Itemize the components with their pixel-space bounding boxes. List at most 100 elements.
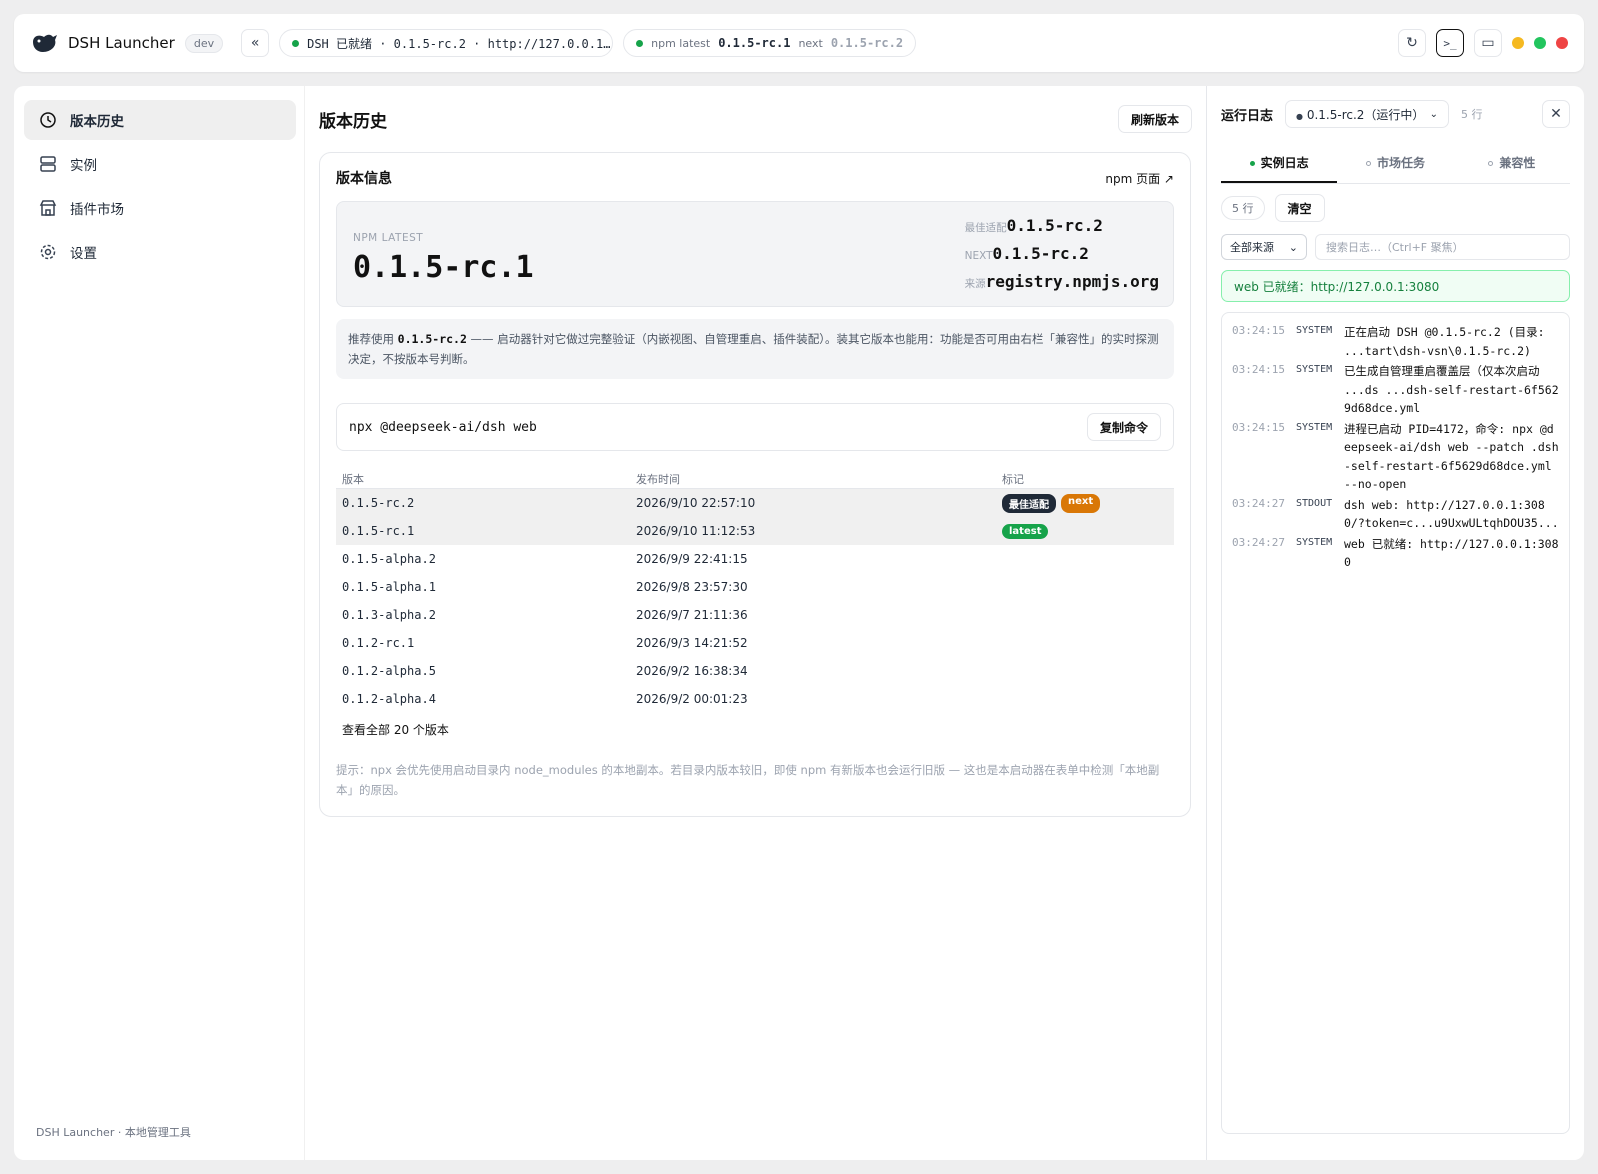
sidebar-item-label: 插件市场 [70,202,124,218]
page-title: 版本历史 [319,111,387,132]
sidebar-item-label: 实例 [70,158,97,174]
table-row[interactable]: 0.1.3-alpha.2 2026/9/7 21:11:36 [336,601,1174,629]
version-tag-badge: 最佳适配 [1002,493,1056,513]
refresh-versions-button[interactable]: 刷新版本 [1117,105,1192,133]
tab-market-tasks[interactable]: 市场任务 [1337,154,1453,183]
terminal-icon: >_ [1443,36,1457,50]
log-line-count: 5 行 [1461,108,1483,121]
row-time: 2026/9/7 21:11:36 [636,608,748,622]
version-tag-badge: latest [1002,523,1049,539]
best-fit-version: 0.1.5-rc.2 [1006,216,1103,235]
tab-compatibility[interactable]: 兼容性 [1454,154,1570,183]
log-line: 03:24:15 SYSTEM 已生成自管理重启覆盖层（仅本次启动 ...ds ..… [1232,362,1559,418]
double-chevron-left-icon: « [250,35,260,51]
version-table: 版本 发布时间 标记 0.1.5-rc.2 2026/9/10 22:57:10 最… [336,469,1174,713]
registry-source: registry.npmjs.org [985,272,1159,291]
table-row[interactable]: 0.1.5-rc.2 2026/9/10 22:57:10 最佳适配 next [336,489,1174,517]
row-time: 2026/9/10 22:57:10 [636,496,756,510]
tab-label: 实例日志 [1260,156,1309,170]
status-dot-icon [292,39,300,47]
log-line: 03:24:15 SYSTEM 正在启动 DSH @0.1.5-rc.2 (目录: … [1232,323,1559,360]
npm-latest-label: npm latest [651,36,711,50]
latest-version-box: NPM LATEST 0.1.5-rc.1 最佳适配 0.1.5-rc.2 NEX… [336,201,1174,307]
tab-instance-logs[interactable]: 实例日志 [1221,154,1338,183]
meta-key: NEXT [964,250,993,262]
log-source: SYSTEM [1296,325,1333,336]
copy-command-button[interactable]: 复制命令 [1086,413,1161,441]
search-placeholder: 搜索日志…（Ctrl+F 聚焦） [1326,241,1464,254]
column-header-version: 版本 [342,472,364,486]
command-box: npx @deepseek-ai/dsh web 复制命令 [336,403,1174,451]
version-tag-badge: next [1061,493,1101,513]
log-message: 进程已启动 PID=4172，命令: npx @deepseek-ai/dsh … [1344,421,1559,492]
log-source-select[interactable]: 全部来源 ⌄ [1221,234,1307,260]
app-title: DSH Launcher [68,34,175,52]
table-row[interactable]: 0.1.2-alpha.5 2026/9/2 16:38:34 [336,657,1174,685]
sidebar-item-label: 版本历史 [70,114,124,130]
table-row[interactable]: 0.1.5-alpha.1 2026/9/8 23:57:30 [336,573,1174,601]
clear-logs-button[interactable]: 清空 [1274,194,1325,222]
latest-version: 0.1.5-rc.1 [353,250,534,285]
row-version: 0.1.5-alpha.1 [342,580,436,594]
notice-version: 0.1.5-rc.2 [397,332,467,346]
minimize-window-button[interactable] [1512,37,1524,49]
log-time: 03:24:15 [1232,363,1285,376]
sidebar-item-plugin-market[interactable]: 插件市场 [24,188,296,228]
row-time: 2026/9/3 14:21:52 [636,636,748,650]
npx-hint: 提示：npx 会优先使用启动目录内 node_modules 的本地副本。若目录… [336,763,1160,797]
card-title: 版本信息 [336,171,392,187]
row-time: 2026/9/9 22:41:15 [636,552,748,566]
meta-key: 来源 [964,278,986,290]
table-row[interactable]: 0.1.2-rc.1 2026/9/3 14:21:52 [336,629,1174,657]
notice-prefix: 推荐使用 [348,332,398,346]
log-search-input[interactable]: 搜索日志…（Ctrl+F 聚焦） [1315,234,1570,260]
notice-text: —— 启动器针对它做过完整验证（内嵌视图、自管理重启、插件装配）。装其它版本也能… [348,332,1159,366]
source-select-value: 全部来源 [1230,241,1274,254]
sidebar-item-version-history[interactable]: 版本历史 [24,100,296,140]
npm-version-pill[interactable]: npm latest 0.1.5-rc.1 next 0.1.5-rc.2 [623,29,917,57]
lines-pill: 5 行 [1221,196,1265,220]
store-icon [38,198,58,218]
meta-key: 最佳适配 [964,222,1007,234]
view-all-versions-link[interactable]: 查看全部 20 个版本 [336,713,1174,738]
row-tags: 最佳适配 next [1002,493,1168,513]
log-source: SYSTEM [1296,364,1333,375]
instance-status-pill[interactable]: DSH 已就绪 · 0.1.5-rc.2 · http://127.0.0.1… [279,29,614,57]
sidebar-item-settings[interactable]: 设置 [24,232,296,272]
ready-banner: web 已就绪：http://127.0.0.1:3080 [1221,270,1570,302]
sidebar-item-label: 设置 [70,246,97,262]
dev-badge: dev [184,33,224,53]
chevron-down-icon: ⌄ [1288,240,1298,254]
sidebar: 版本历史 实例 插件市场 设置 DSH Launcher · 本地管理工具 [14,86,306,1160]
table-row[interactable]: 0.1.5-alpha.2 2026/9/9 22:41:15 [336,545,1174,573]
sidebar-item-instances[interactable]: 实例 [24,144,296,184]
inactive-dot-icon [1365,161,1371,166]
tab-label: 兼容性 [1499,156,1536,170]
npm-page-link[interactable]: npm 页面 ↗ [1105,170,1174,187]
row-time: 2026/9/8 23:57:30 [636,580,748,594]
refresh-button[interactable]: ↻ [1398,29,1426,57]
npm-next-label: next [798,36,823,50]
server-icon [38,154,58,174]
monitor-button[interactable]: ▭ [1474,29,1502,57]
tab-label: 市场任务 [1376,156,1425,170]
next-version: 0.1.5-rc.2 [992,244,1089,263]
version-info-card: 版本信息 npm 页面 ↗ NPM LATEST 0.1.5-rc.1 最佳适配… [319,152,1191,817]
column-header-time: 发布时间 [636,472,680,486]
log-output[interactable]: 03:24:15 SYSTEM 正在启动 DSH @0.1.5-rc.2 (目录: … [1221,312,1570,1134]
log-message: 正在启动 DSH @0.1.5-rc.2 (目录: ...tart\dsh-vs… [1344,325,1545,358]
maximize-window-button[interactable] [1534,37,1546,49]
collapse-sidebar-button[interactable]: « [241,29,270,57]
row-version: 0.1.2-rc.1 [342,636,415,650]
table-row[interactable]: 0.1.5-rc.1 2026/9/10 11:12:53 latest [336,517,1174,545]
terminal-toggle-button[interactable]: >_ [1436,29,1464,57]
table-row[interactable]: 0.1.2-alpha.4 2026/9/2 00:01:23 [336,685,1174,713]
close-panel-button[interactable]: ✕ [1542,100,1570,128]
history-icon [38,110,58,130]
instance-select[interactable]: ● 0.1.5-rc.2（运行中） ⌄ [1285,100,1450,128]
log-line: 03:24:27 STDOUT dsh web: http://127.0.0.1:… [1232,496,1559,533]
latest-label: NPM LATEST [353,232,424,244]
log-time: 03:24:15 [1232,420,1285,434]
close-icon: ✕ [1550,106,1562,122]
close-window-button[interactable] [1556,37,1568,49]
